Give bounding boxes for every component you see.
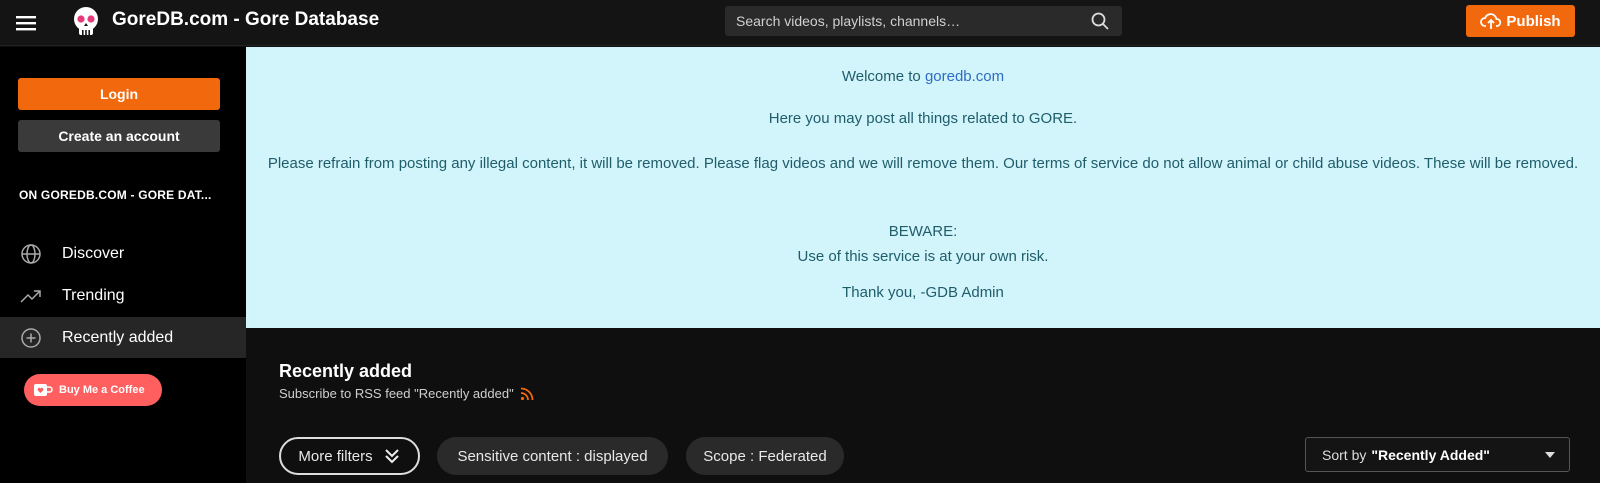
sidebar: Login Create an account ON GOREDB.COM - … — [0, 47, 246, 483]
top-bar: GoreDB.com - Gore Database Publish — [0, 0, 1600, 46]
notice-post-line: Here you may post all things related to … — [768, 110, 1078, 127]
sensitive-content-filter[interactable]: Sensitive content : displayed — [437, 437, 668, 475]
globe-icon — [21, 244, 41, 264]
trending-icon — [20, 290, 41, 303]
plus-circle-icon — [21, 328, 41, 348]
publish-label: Publish — [1506, 12, 1561, 30]
notice-welcome: Welcome to goredb.com — [841, 68, 1005, 85]
sort-select[interactable]: Sort by "Recently Added" — [1305, 437, 1570, 472]
main-content: Recently added Subscribe to RSS feed "Re… — [246, 328, 1600, 483]
rss-label: Subscribe to RSS feed "Recently added" — [279, 386, 514, 401]
sidebar-item-label: Recently added — [62, 328, 174, 346]
search-input[interactable] — [725, 6, 1075, 36]
publish-button[interactable]: Publish — [1466, 5, 1575, 37]
sidebar-item-discover[interactable]: Discover — [0, 233, 246, 274]
coffee-cup-icon — [34, 384, 53, 396]
rss-icon — [520, 387, 534, 400]
welcome-notice: Welcome to goredb.com Here you may post … — [246, 47, 1600, 328]
goredb-link[interactable]: goredb.com — [925, 68, 1004, 85]
login-button[interactable]: Login — [18, 78, 220, 110]
buy-me-a-coffee-button[interactable]: Buy Me a Coffee — [24, 374, 162, 406]
scope-filter[interactable]: Scope : Federated — [686, 437, 844, 475]
sidebar-item-recently-added[interactable]: Recently added — [0, 317, 246, 358]
coffee-label: Buy Me a Coffee — [59, 384, 145, 396]
sidebar-item-label: Discover — [62, 244, 125, 262]
site-title[interactable]: GoreDB.com - Gore Database — [112, 9, 379, 31]
sidebar-section-title: ON GOREDB.COM - GORE DAT... — [19, 188, 212, 202]
more-filters-button[interactable]: More filters — [279, 437, 420, 475]
skull-logo-icon[interactable] — [68, 4, 104, 40]
sort-value: "Recently Added" — [1371, 446, 1490, 463]
double-chevron-down-icon — [384, 449, 399, 464]
more-filters-label: More filters — [298, 447, 373, 465]
hamburger-menu-icon[interactable] — [12, 9, 40, 37]
rss-subscribe-link[interactable]: Subscribe to RSS feed "Recently added" — [279, 386, 534, 401]
page-title: Recently added — [279, 361, 413, 381]
search-icon[interactable] — [1090, 11, 1110, 31]
notice-beware: BEWARE: Use of this service is at your ow… — [797, 223, 1049, 265]
create-account-button[interactable]: Create an account — [18, 120, 220, 152]
sort-prefix: Sort by — [1322, 446, 1367, 463]
search-bar[interactable] — [725, 6, 1122, 36]
cloud-upload-icon — [1480, 13, 1502, 29]
notice-thanks: Thank you, -GDB Admin — [842, 284, 1004, 301]
caret-down-icon — [1545, 452, 1555, 458]
notice-refrain-line: Please refrain from posting any illegal … — [267, 155, 1579, 172]
sidebar-item-trending[interactable]: Trending — [0, 275, 246, 316]
sidebar-item-label: Trending — [62, 286, 125, 304]
